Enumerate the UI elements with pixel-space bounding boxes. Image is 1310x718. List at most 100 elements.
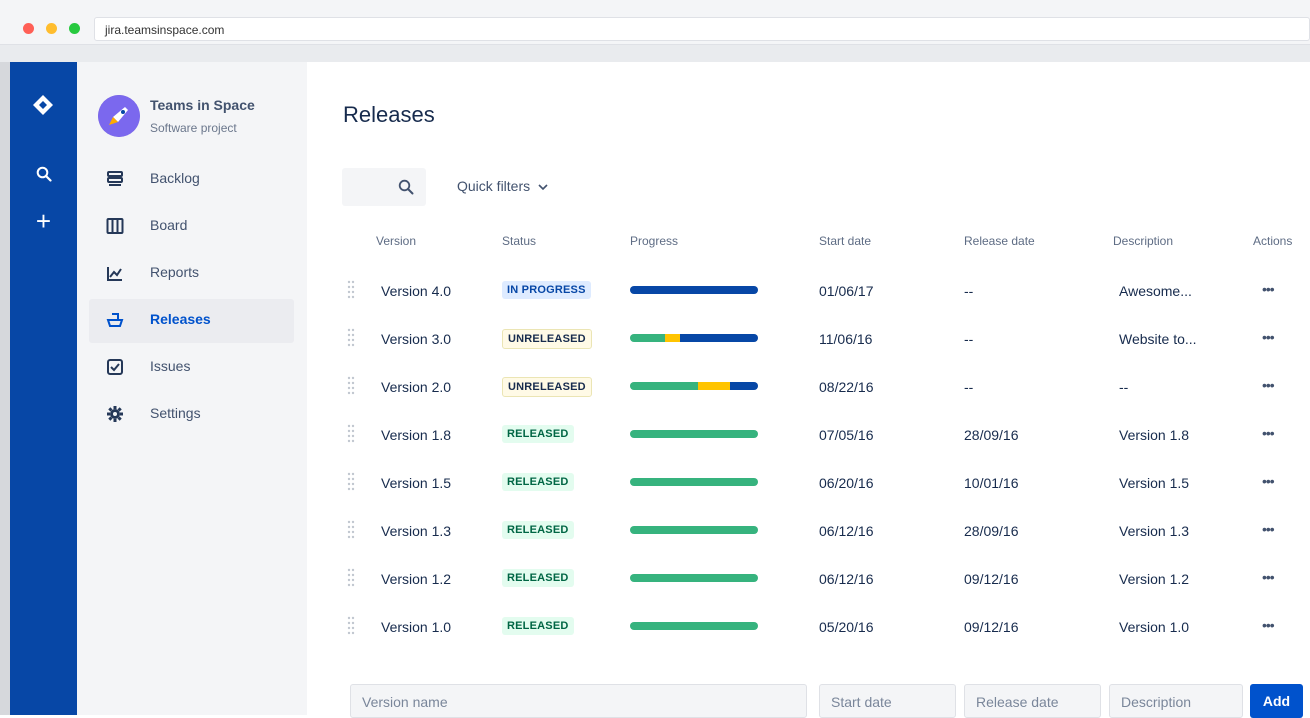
- description-input[interactable]: Description: [1109, 684, 1243, 718]
- progress-done-segment: [630, 574, 758, 582]
- more-actions-icon[interactable]: •••: [1262, 377, 1275, 393]
- more-actions-icon[interactable]: •••: [1262, 473, 1275, 489]
- drag-handle-icon[interactable]: [347, 615, 355, 635]
- progress-todo-segment: [729, 382, 758, 390]
- browser-toolbar: jira.teamsinspace.com: [0, 0, 1310, 45]
- release-date-input[interactable]: Release date: [964, 684, 1101, 718]
- column-header-release-date[interactable]: Release date: [964, 234, 1035, 248]
- drag-handle-icon[interactable]: [347, 567, 355, 587]
- progress-bar[interactable]: [630, 526, 758, 534]
- progress-done-segment: [630, 382, 698, 390]
- column-header-status[interactable]: Status: [502, 234, 536, 248]
- description-cell: Version 1.5: [1119, 475, 1190, 491]
- more-actions-icon[interactable]: •••: [1262, 281, 1275, 297]
- version-name-link[interactable]: Version 1.5: [381, 475, 451, 491]
- drag-handle-icon[interactable]: [347, 471, 355, 491]
- version-name-link[interactable]: Version 2.0: [381, 379, 451, 395]
- start-date-cell: 06/20/16: [819, 475, 874, 491]
- description-cell: Awesome...: [1119, 283, 1192, 299]
- drag-handle-icon[interactable]: [347, 327, 355, 347]
- create-icon[interactable]: +: [10, 208, 77, 234]
- column-header-version[interactable]: Version: [376, 234, 416, 248]
- release-date-cell: 09/12/16: [964, 571, 1019, 587]
- sidebar-item-backlog[interactable]: Backlog: [89, 158, 294, 202]
- column-header-actions: Actions: [1253, 234, 1293, 248]
- column-header-description[interactable]: Description: [1113, 234, 1173, 248]
- sidebar-item-releases[interactable]: Releases: [89, 299, 294, 343]
- quick-filters-dropdown[interactable]: Quick filters: [457, 178, 548, 194]
- more-actions-icon[interactable]: •••: [1262, 329, 1275, 345]
- more-actions-icon[interactable]: •••: [1262, 521, 1275, 537]
- chevron-down-icon: [538, 178, 548, 194]
- search-input[interactable]: [342, 168, 426, 206]
- issues-icon: [107, 359, 123, 375]
- drag-handle-icon[interactable]: [347, 519, 355, 539]
- browser-chrome: jira.teamsinspace.com: [0, 0, 1310, 62]
- version-name-link[interactable]: Version 1.2: [381, 571, 451, 587]
- table-row[interactable]: Version 1.2 RELEASED 06/12/16 09/12/16 Versi…: [307, 557, 1310, 605]
- progress-done-segment: [630, 526, 758, 534]
- add-version-button[interactable]: Add: [1250, 684, 1303, 718]
- releases-icon: [106, 313, 124, 327]
- project-type: Software project: [150, 121, 237, 135]
- project-avatar[interactable]: [98, 95, 140, 137]
- more-actions-icon[interactable]: •••: [1262, 569, 1275, 585]
- drag-handle-icon[interactable]: [347, 279, 355, 299]
- jira-logo-icon[interactable]: [32, 94, 54, 116]
- more-actions-icon[interactable]: •••: [1262, 617, 1275, 633]
- version-name-link[interactable]: Version 4.0: [381, 283, 451, 299]
- version-name-link[interactable]: Version 1.3: [381, 523, 451, 539]
- table-row[interactable]: Version 1.0 RELEASED 05/20/16 09/12/16 Versi…: [307, 605, 1310, 653]
- start-date-input[interactable]: Start date: [819, 684, 956, 718]
- description-cell: Version 1.0: [1119, 619, 1190, 635]
- description-cell: Website to...: [1119, 331, 1197, 347]
- table-row[interactable]: Version 1.3 RELEASED 06/12/16 28/09/16 Versi…: [307, 509, 1310, 557]
- status-badge: IN PROGRESS: [502, 281, 591, 299]
- version-name-input[interactable]: Version name: [350, 684, 807, 718]
- progress-bar[interactable]: [630, 574, 758, 582]
- table-row[interactable]: Version 1.8 RELEASED 07/05/16 28/09/16 Versi…: [307, 413, 1310, 461]
- sidebar-item-label: Backlog: [150, 170, 200, 186]
- progress-bar[interactable]: [630, 286, 758, 294]
- close-window-button[interactable]: [23, 23, 34, 34]
- column-header-progress[interactable]: Progress: [630, 234, 678, 248]
- sidebar-item-issues[interactable]: Issues: [89, 346, 294, 390]
- progress-bar[interactable]: [630, 334, 758, 342]
- version-name-link[interactable]: Version 3.0: [381, 331, 451, 347]
- window-edge: [0, 62, 10, 715]
- table-row[interactable]: Version 4.0 IN PROGRESS 01/06/17 -- Awesome.…: [307, 269, 1310, 317]
- progress-in-progress-segment: [697, 382, 730, 390]
- global-search-icon[interactable]: [10, 166, 77, 187]
- maximize-window-button[interactable]: [69, 23, 80, 34]
- table-row[interactable]: Version 2.0 UNRELEASED 08/22/16 -- -- •••: [307, 365, 1310, 413]
- progress-bar[interactable]: [630, 430, 758, 438]
- release-date-cell: --: [964, 379, 974, 395]
- minimize-window-button[interactable]: [46, 23, 57, 34]
- sidebar-item-board[interactable]: Board: [89, 205, 294, 249]
- sidebar-item-reports[interactable]: Reports: [89, 252, 294, 296]
- drag-handle-icon[interactable]: [347, 375, 355, 395]
- address-bar-url: jira.teamsinspace.com: [105, 23, 225, 37]
- drag-handle-icon[interactable]: [347, 423, 355, 443]
- table-row[interactable]: Version 3.0 UNRELEASED 11/06/16 -- Website t…: [307, 317, 1310, 365]
- global-nav: +: [10, 62, 77, 715]
- start-date-cell: 08/22/16: [819, 379, 874, 395]
- release-date-cell: 28/09/16: [964, 523, 1019, 539]
- progress-bar[interactable]: [630, 622, 758, 630]
- project-name[interactable]: Teams in Space: [150, 97, 255, 113]
- status-badge: RELEASED: [502, 617, 574, 635]
- address-bar[interactable]: jira.teamsinspace.com: [94, 17, 1310, 41]
- progress-bar[interactable]: [630, 478, 758, 486]
- page-title: Releases: [343, 102, 435, 127]
- start-date-cell: 01/06/17: [819, 283, 874, 299]
- start-date-placeholder: Start date: [831, 694, 892, 710]
- progress-bar[interactable]: [630, 382, 758, 390]
- more-actions-icon[interactable]: •••: [1262, 425, 1275, 441]
- description-cell: Version 1.3: [1119, 523, 1190, 539]
- column-header-start-date[interactable]: Start date: [819, 234, 871, 248]
- version-name-link[interactable]: Version 1.0: [381, 619, 451, 635]
- version-name-link[interactable]: Version 1.8: [381, 427, 451, 443]
- sidebar-item-settings[interactable]: Settings: [89, 393, 294, 437]
- table-row[interactable]: Version 1.5 RELEASED 06/20/16 10/01/16 Versi…: [307, 461, 1310, 509]
- release-date-placeholder: Release date: [976, 694, 1059, 710]
